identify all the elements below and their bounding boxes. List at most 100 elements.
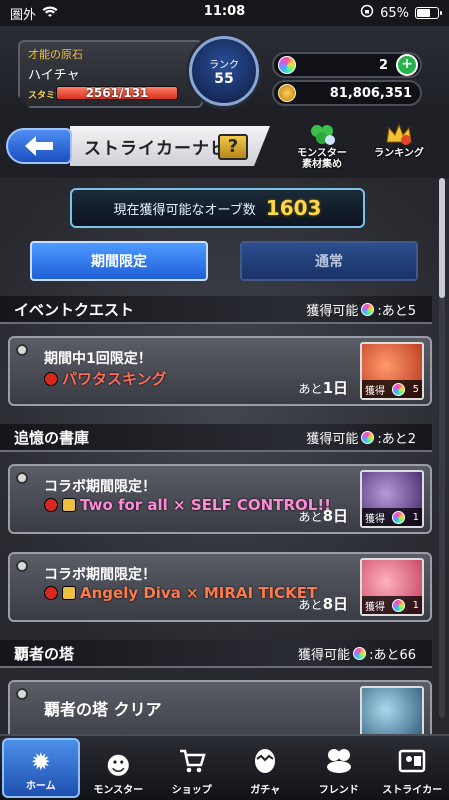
- availability-label: 獲得可能: [298, 647, 351, 663]
- tab-limited[interactable]: 期間限定: [30, 241, 208, 281]
- nav-friend[interactable]: フレンド: [302, 736, 376, 800]
- rank-value: 55: [214, 70, 234, 87]
- card-remaining: あと8日: [299, 505, 348, 526]
- back-arrow-icon: [25, 136, 53, 156]
- acquire-count: 1: [412, 511, 419, 523]
- battery-icon: [415, 7, 442, 19]
- add-orb-button[interactable]: +: [396, 54, 418, 76]
- card-subtitle-text: Angely Diva × MIRAI TICKET: [80, 584, 318, 602]
- status-right: 65%: [360, 4, 442, 22]
- quest-card[interactable]: 期間中1回限定！ パワタスキング あと1日 獲得 5: [8, 336, 432, 406]
- card-remaining: あと1日: [299, 377, 348, 398]
- scrollbar-thumb[interactable]: [439, 178, 445, 298]
- nav-home[interactable]: ✹ ホーム: [2, 738, 80, 798]
- striker-icon: [397, 748, 427, 781]
- stamina-bar: 2561/131: [56, 86, 178, 100]
- rank-label: ランク: [209, 59, 239, 71]
- remaining-days: 8日: [322, 507, 348, 525]
- orb-icon: [392, 598, 406, 612]
- nav-monster[interactable]: ☻ モンスター: [82, 736, 156, 800]
- acquire-count: 1: [412, 599, 419, 611]
- orb-value: 2: [378, 57, 388, 73]
- back-button[interactable]: [6, 128, 72, 164]
- card-title: 期間中1回限定！: [44, 351, 152, 367]
- devil-icon: [44, 498, 58, 512]
- crown-icon: [386, 123, 412, 145]
- monster-material-button[interactable]: モンスター 素材集め: [290, 122, 354, 174]
- ranking-button[interactable]: ランキング: [366, 122, 432, 174]
- card-remaining: あと8日: [299, 593, 348, 614]
- section-title: 追憶の書庫: [14, 428, 90, 447]
- nav-label: ショップ: [171, 785, 212, 796]
- acquire-label: 獲得: [365, 513, 385, 525]
- obtainable-orb-label: 現在獲得可能なオーブ数: [113, 202, 256, 218]
- battery-percent: 65%: [380, 5, 409, 21]
- acquire-label: 獲得: [365, 601, 385, 613]
- monster-icon: ☻: [105, 752, 131, 780]
- nav-gacha[interactable]: ガチャ: [229, 736, 303, 800]
- remaining-prefix: あと: [298, 382, 323, 396]
- help-button[interactable]: ?: [218, 134, 248, 160]
- availability-remaining: :あと5: [377, 303, 416, 319]
- orb-icon: [361, 302, 375, 316]
- monster-thumbnail: 獲得 1: [360, 470, 424, 528]
- acquire-label: 獲得: [365, 385, 385, 397]
- friend-icon: [324, 746, 354, 781]
- card-indicator: [16, 560, 28, 572]
- player-panel[interactable]: 才能の原石 ハイチャ スタミナ 2561/131: [18, 40, 203, 108]
- rank-badge[interactable]: ランク 55: [189, 36, 259, 106]
- tab-normal[interactable]: 通常: [240, 241, 418, 281]
- obtainable-orb-panel: 現在獲得可能なオーブ数 1603: [70, 188, 365, 228]
- devil-icon: [44, 586, 58, 600]
- obtainable-orb-value: 1603: [265, 196, 322, 220]
- nav-label: ガチャ: [250, 785, 281, 796]
- nav-label: ホーム: [25, 781, 56, 792]
- bottom-nav: ✹ ホーム ☻ モンスター ショップ ガチャ フレンド ストライカー: [0, 734, 449, 800]
- player-header: 才能の原石 ハイチャ スタミナ 2561/131 ランク 55 2 + 81,8…: [0, 26, 449, 118]
- player-talent: 才能の原石: [28, 48, 83, 61]
- availability-label: 獲得可能: [306, 303, 359, 319]
- section-header-event: イベントクエスト 獲得可能 :あと5: [0, 296, 432, 324]
- clover-icon: [311, 125, 335, 145]
- scrollbar[interactable]: [439, 178, 445, 718]
- section-availability: 獲得可能 :あと5: [306, 300, 416, 319]
- remaining-days: 1日: [322, 379, 348, 397]
- availability-remaining: :あと2: [377, 431, 416, 447]
- card-subtitle: パワタスキング: [44, 368, 167, 389]
- quest-card[interactable]: コラボ期間限定！ Two for all × SELF CONTROL!! あと…: [8, 464, 432, 534]
- card-subtitle: Angely Diva × MIRAI TICKET: [44, 584, 317, 602]
- page-title: ストライカーナビ: [84, 138, 228, 159]
- section-title: 覇者の塔: [14, 644, 75, 663]
- devil-icon: [44, 371, 58, 386]
- acquire-bar: 獲得 1: [362, 508, 422, 526]
- card-title: コラボ期間限定！: [44, 479, 156, 495]
- section-header-tower: 覇者の塔 獲得可能 :あと66: [0, 640, 432, 668]
- orb-icon: [353, 646, 367, 660]
- coin-value: 81,806,351: [329, 85, 412, 101]
- quest-card[interactable]: コラボ期間限定！ Angely Diva × MIRAI TICKET あと8日…: [8, 552, 432, 622]
- orientation-lock-icon: [360, 4, 374, 22]
- monster-thumbnail: [360, 686, 424, 734]
- status-bar: 圏外 11:08 65%: [0, 0, 449, 26]
- stamina-value: 2561/131: [85, 86, 149, 100]
- player-name: ハイチャ: [28, 68, 80, 83]
- ranking-caption: ランキング: [374, 148, 424, 159]
- orb-icon: [392, 382, 406, 396]
- nav-shop[interactable]: ショップ: [155, 736, 229, 800]
- nav-label: ストライカー: [382, 785, 443, 796]
- acquire-bar: 獲得 5: [362, 380, 422, 398]
- orb-icon: [278, 56, 296, 74]
- quest-card[interactable]: 覇者の塔 クリア: [8, 680, 432, 734]
- availability-remaining: :あと66: [369, 647, 416, 663]
- egg-icon: [252, 746, 278, 781]
- card-title: 覇者の塔 クリア: [44, 700, 162, 719]
- title-bar: ストライカーナビ ? モンスター 素材集め ランキング: [0, 118, 449, 178]
- main-content: 現在獲得可能なオーブ数 1603 期間限定 通常 イベントクエスト 獲得可能 :…: [0, 178, 449, 734]
- remaining-prefix: あと: [298, 598, 323, 612]
- remaining-prefix: あと: [298, 510, 323, 524]
- card-indicator: [16, 472, 28, 484]
- card-indicator: [16, 688, 28, 700]
- monster-thumbnail: 獲得 1: [360, 558, 424, 616]
- nav-striker[interactable]: ストライカー: [376, 736, 449, 800]
- cart-icon: [178, 748, 206, 781]
